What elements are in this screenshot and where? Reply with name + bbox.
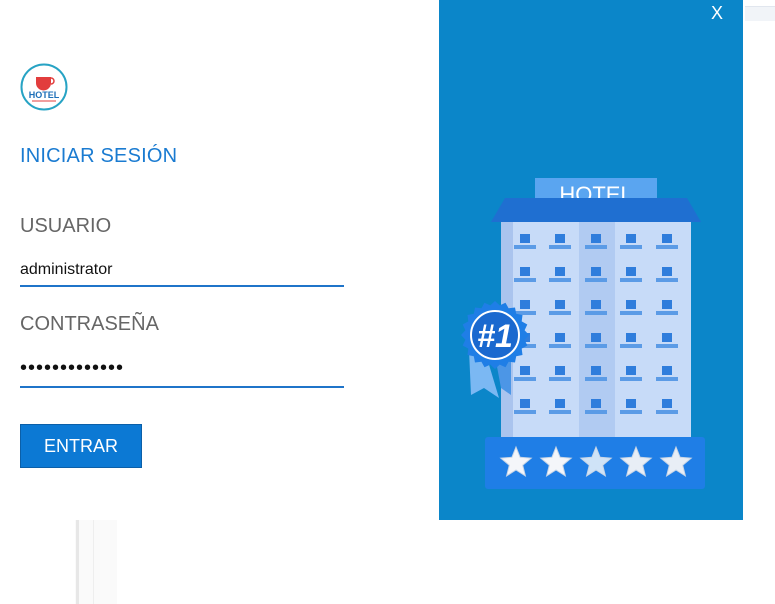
hotel-window bbox=[662, 366, 672, 375]
logo-text: HOTEL bbox=[29, 90, 60, 100]
window-strip bbox=[745, 6, 775, 21]
hotel-window bbox=[591, 333, 601, 342]
hotel-window bbox=[591, 399, 601, 408]
password-input[interactable] bbox=[20, 350, 344, 388]
hotel-window bbox=[520, 267, 530, 276]
hotel-window bbox=[555, 234, 565, 243]
hotel-balcony bbox=[549, 311, 571, 315]
hotel-balcony bbox=[585, 344, 607, 348]
hotel-balcony bbox=[549, 377, 571, 381]
hotel-window bbox=[662, 333, 672, 342]
login-button[interactable]: ENTRAR bbox=[20, 424, 142, 468]
hotel-balcony bbox=[514, 245, 536, 249]
hotel-balcony bbox=[656, 278, 678, 282]
hotel-illustration: HOTEL #1 bbox=[461, 178, 705, 489]
hotel-window bbox=[591, 267, 601, 276]
hotel-logo: HOTEL bbox=[20, 63, 68, 111]
hotel-window bbox=[626, 399, 636, 408]
badge-text: #1 bbox=[477, 318, 513, 354]
hotel-window bbox=[591, 234, 601, 243]
hotel-illustration-panel: HOTEL #1 bbox=[439, 0, 743, 520]
hotel-window bbox=[662, 399, 672, 408]
hotel-balcony bbox=[656, 377, 678, 381]
scrollbar[interactable] bbox=[75, 520, 117, 604]
hotel-balcony bbox=[514, 278, 536, 282]
login-title: INICIAR SESIÓN bbox=[20, 145, 178, 167]
scrollbar-divider bbox=[93, 520, 94, 604]
hotel-balcony bbox=[585, 311, 607, 315]
hotel-window bbox=[555, 366, 565, 375]
hotel-window bbox=[591, 300, 601, 309]
hotel-balcony bbox=[585, 278, 607, 282]
hotel-balcony bbox=[656, 245, 678, 249]
hotel-window bbox=[662, 267, 672, 276]
hotel-window bbox=[662, 300, 672, 309]
hotel-window bbox=[662, 234, 672, 243]
hotel-balcony bbox=[585, 410, 607, 414]
hotel-window bbox=[520, 366, 530, 375]
hotel-balcony bbox=[514, 410, 536, 414]
hotel-window bbox=[626, 333, 636, 342]
hotel-balcony bbox=[620, 344, 642, 348]
hotel-balcony bbox=[656, 311, 678, 315]
username-label: USUARIO bbox=[20, 215, 112, 237]
hotel-window bbox=[520, 234, 530, 243]
hotel-balcony bbox=[620, 278, 642, 282]
hotel-window bbox=[626, 300, 636, 309]
username-input[interactable] bbox=[20, 255, 344, 287]
hotel-balcony bbox=[585, 377, 607, 381]
hotel-window bbox=[520, 399, 530, 408]
hotel-balcony bbox=[656, 344, 678, 348]
hotel-balcony bbox=[620, 245, 642, 249]
hotel-balcony bbox=[549, 245, 571, 249]
hotel-window bbox=[520, 300, 530, 309]
hotel-window bbox=[591, 366, 601, 375]
password-label: CONTRASEÑA bbox=[20, 313, 159, 335]
hotel-balcony bbox=[549, 278, 571, 282]
hotel-balcony bbox=[514, 377, 536, 381]
hotel-balcony bbox=[549, 410, 571, 414]
hotel-balcony bbox=[549, 344, 571, 348]
hotel-window bbox=[555, 399, 565, 408]
hotel-balcony bbox=[620, 377, 642, 381]
hotel-window bbox=[626, 267, 636, 276]
hotel-window bbox=[626, 234, 636, 243]
hotel-window bbox=[626, 366, 636, 375]
hotel-balcony bbox=[620, 311, 642, 315]
close-icon[interactable]: X bbox=[706, 2, 728, 24]
hotel-balcony bbox=[620, 410, 642, 414]
hotel-balcony bbox=[585, 245, 607, 249]
hotel-balcony bbox=[656, 410, 678, 414]
hotel-window bbox=[555, 267, 565, 276]
hotel-window bbox=[555, 300, 565, 309]
scrollbar-edge bbox=[76, 520, 79, 604]
hotel-window bbox=[555, 333, 565, 342]
